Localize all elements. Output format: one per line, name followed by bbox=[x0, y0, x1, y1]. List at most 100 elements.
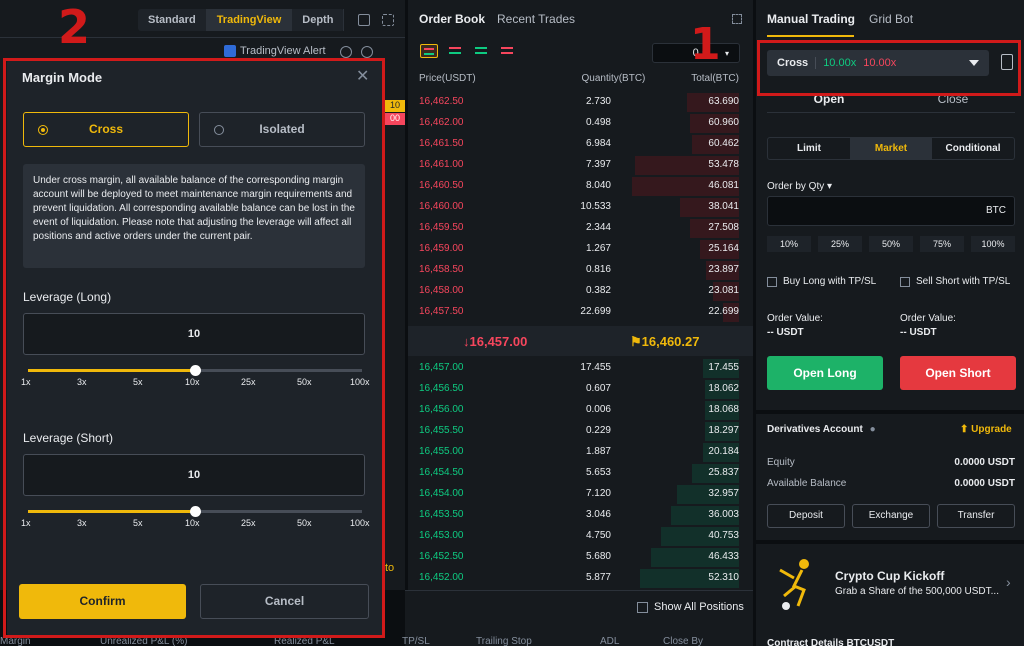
expand-icon[interactable] bbox=[732, 14, 742, 24]
percent-button[interactable]: 10% bbox=[767, 236, 811, 252]
derivatives-account-label: Derivatives Account bbox=[767, 424, 863, 435]
order-price: 16,453.50 bbox=[419, 509, 464, 520]
order-quantity: 5.653 bbox=[585, 467, 611, 478]
eye-icon[interactable]: ● bbox=[870, 424, 876, 435]
ask-row[interactable]: 16,462.50 2.730 63.690 bbox=[408, 92, 753, 113]
order-price: 16,459.00 bbox=[419, 243, 464, 254]
ask-row[interactable]: 16,459.00 1.267 25.164 bbox=[408, 239, 753, 260]
quantity-input[interactable]: BTC bbox=[767, 196, 1015, 226]
percent-button[interactable]: 25% bbox=[818, 236, 862, 252]
price-column-header: Price(USDT) bbox=[419, 73, 476, 84]
asks-only-icon[interactable] bbox=[498, 44, 516, 58]
ask-row[interactable]: 16,462.00 0.498 60.960 bbox=[408, 113, 753, 134]
bid-row[interactable]: 16,454.50 5.653 25.837 bbox=[408, 463, 753, 484]
available-balance-value: 0.0000 USDT bbox=[954, 478, 1015, 489]
bid-row[interactable]: 16,453.50 3.046 36.003 bbox=[408, 505, 753, 526]
promo-title[interactable]: Crypto Cup Kickoff bbox=[835, 569, 944, 583]
available-balance-label: Available Balance bbox=[767, 478, 847, 489]
order-price: 16,456.00 bbox=[419, 404, 464, 415]
order-total: 60.960 bbox=[708, 117, 739, 128]
bid-row[interactable]: 16,452.00 5.877 52.310 bbox=[408, 568, 753, 589]
checkbox-icon bbox=[767, 276, 777, 287]
order-total: 20.184 bbox=[708, 446, 739, 457]
upgrade-label: Upgrade bbox=[971, 424, 1012, 435]
order-quantity: 2.344 bbox=[585, 222, 611, 233]
bid-row[interactable]: 16,455.50 0.229 18.297 bbox=[408, 421, 753, 442]
order-price: 16,459.50 bbox=[419, 222, 464, 233]
divider bbox=[756, 410, 1024, 414]
chevron-down-icon: ▾ bbox=[724, 49, 729, 58]
chart-view-tabs: Standard TradingView Depth bbox=[138, 9, 345, 31]
transfer-button[interactable]: Transfer bbox=[937, 504, 1015, 528]
ask-row[interactable]: 16,461.00 7.397 53.478 bbox=[408, 155, 753, 176]
sell-short-tpsl-checkbox[interactable]: Sell Short with TP/SL bbox=[900, 276, 1010, 287]
fullscreen-icon[interactable] bbox=[382, 14, 394, 26]
order-total: 18.068 bbox=[708, 404, 739, 415]
tab-tradingview[interactable]: TradingView bbox=[206, 9, 293, 31]
ask-row[interactable]: 16,460.50 8.040 46.081 bbox=[408, 176, 753, 197]
camera-icon[interactable] bbox=[340, 46, 352, 58]
buy-sell-icon[interactable] bbox=[446, 44, 464, 58]
percent-button[interactable]: 75% bbox=[920, 236, 964, 252]
trading-mode-tabs: Manual Trading Grid Bot bbox=[767, 12, 913, 26]
order-quantity: 0.607 bbox=[585, 383, 611, 394]
order-total: 52.310 bbox=[708, 572, 739, 583]
ask-row[interactable]: 16,458.00 0.382 23.081 bbox=[408, 281, 753, 302]
upgrade-link[interactable]: ⬆ Upgrade bbox=[960, 424, 1012, 435]
settings-icon[interactable] bbox=[361, 46, 373, 58]
column-header: Trailing Stop bbox=[476, 636, 532, 646]
bid-row[interactable]: 16,454.00 7.120 32.957 bbox=[408, 484, 753, 505]
tab-recent-trades[interactable]: Recent Trades bbox=[497, 12, 575, 26]
tab-manual-trading[interactable]: Manual Trading bbox=[767, 12, 855, 26]
bids-only-icon[interactable] bbox=[472, 44, 490, 58]
order-price: 16,458.00 bbox=[419, 285, 464, 296]
exchange-button[interactable]: Exchange bbox=[852, 504, 930, 528]
bid-row[interactable]: 16,456.50 0.607 18.062 bbox=[408, 379, 753, 400]
ask-row[interactable]: 16,457.50 22.699 22.699 bbox=[408, 302, 753, 323]
percent-button[interactable]: 100% bbox=[971, 236, 1015, 252]
bid-row[interactable]: 16,457.00 17.455 17.455 bbox=[408, 358, 753, 379]
tradingview-alert-button[interactable]: TradingView Alert bbox=[224, 45, 326, 57]
bid-row[interactable]: 16,453.00 4.750 40.753 bbox=[408, 526, 753, 547]
grid-layout-icon[interactable] bbox=[358, 14, 370, 26]
tab-grid-bot[interactable]: Grid Bot bbox=[869, 12, 913, 26]
bid-row[interactable]: 16,456.00 0.006 18.068 bbox=[408, 400, 753, 421]
price-tag: 10 bbox=[385, 100, 405, 112]
ask-row[interactable]: 16,459.50 2.344 27.508 bbox=[408, 218, 753, 239]
open-long-button[interactable]: Open Long bbox=[767, 356, 883, 390]
alert-icon bbox=[224, 45, 236, 57]
deposit-button[interactable]: Deposit bbox=[767, 504, 845, 528]
order-price: 16,456.50 bbox=[419, 383, 464, 394]
equity-row: Equity 0.0000 USDT bbox=[767, 457, 1015, 468]
order-quantity: 0.229 bbox=[585, 425, 611, 436]
order-price: 16,457.00 bbox=[419, 362, 464, 373]
tab-market[interactable]: Market bbox=[850, 138, 932, 159]
tab-conditional[interactable]: Conditional bbox=[932, 138, 1014, 159]
ask-row[interactable]: 16,460.00 10.533 38.041 bbox=[408, 197, 753, 218]
open-short-button[interactable]: Open Short bbox=[900, 356, 1016, 390]
tab-standard[interactable]: Standard bbox=[138, 9, 207, 31]
bid-row[interactable]: 16,455.00 1.887 20.184 bbox=[408, 442, 753, 463]
order-price: 16,462.00 bbox=[419, 117, 464, 128]
chevron-right-icon[interactable]: › bbox=[1006, 574, 1011, 590]
bid-row[interactable]: 16,452.50 5.680 46.433 bbox=[408, 547, 753, 568]
order-by-qty-dropdown[interactable]: Order by Qty ▾ bbox=[767, 181, 832, 192]
both-sides-icon[interactable] bbox=[420, 44, 438, 58]
order-quantity: 5.680 bbox=[585, 551, 611, 562]
order-price: 16,455.50 bbox=[419, 425, 464, 436]
show-all-positions-toggle[interactable]: Show All Positions bbox=[637, 601, 744, 613]
order-total: 25.837 bbox=[708, 467, 739, 478]
order-book-mid-price: ↓16,457.00 ⚑16,460.27 bbox=[408, 326, 753, 356]
tab-limit[interactable]: Limit bbox=[768, 138, 850, 159]
order-quantity: 22.699 bbox=[580, 306, 611, 317]
tab-depth[interactable]: Depth bbox=[292, 9, 345, 31]
order-quantity: 7.397 bbox=[585, 159, 611, 170]
buy-long-tpsl-checkbox[interactable]: Buy Long with TP/SL bbox=[767, 276, 876, 287]
ask-row[interactable]: 16,461.50 6.984 60.462 bbox=[408, 134, 753, 155]
order-total: 40.753 bbox=[708, 530, 739, 541]
annotation-number-2: 2 bbox=[58, 0, 91, 54]
tab-order-book[interactable]: Order Book bbox=[419, 12, 485, 26]
ask-row[interactable]: 16,458.50 0.816 23.897 bbox=[408, 260, 753, 281]
order-total: 25.164 bbox=[708, 243, 739, 254]
percent-button[interactable]: 50% bbox=[869, 236, 913, 252]
